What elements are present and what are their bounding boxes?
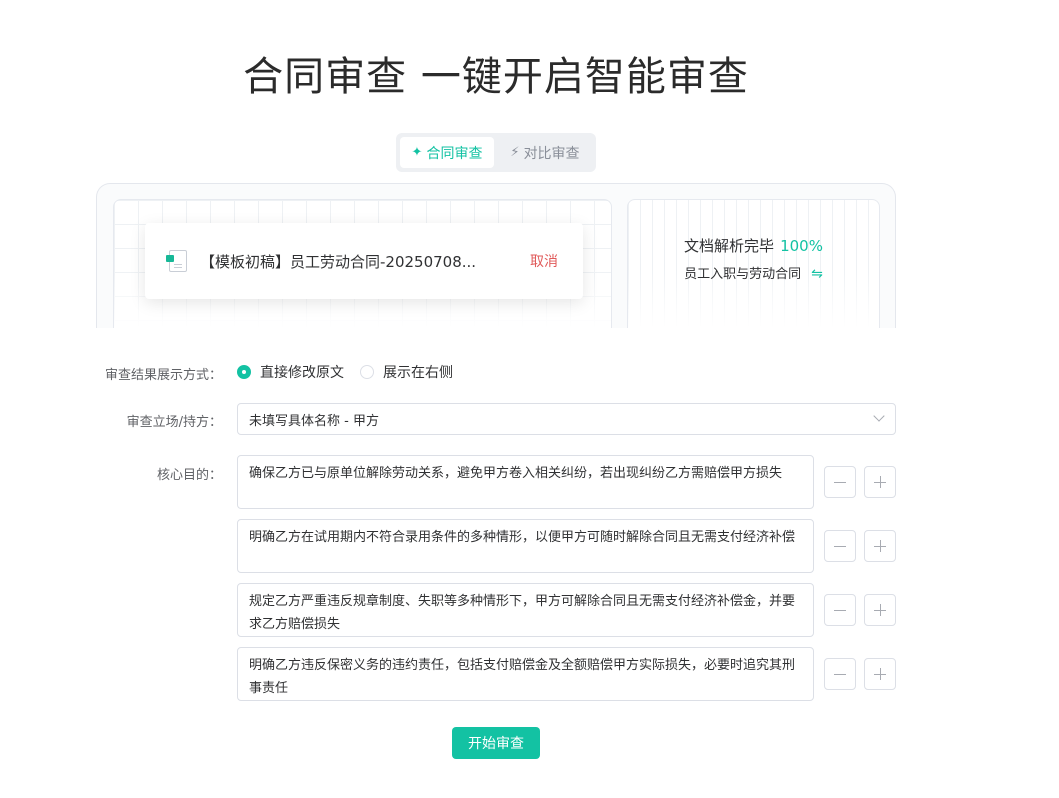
stance-value: 未填写具体名称 - 甲方 [249,413,379,429]
minus-icon [834,674,846,675]
file-name: 【模板初稿】员工劳动合同-20250708... [200,252,477,271]
lightning-icon: ⚡ [510,145,520,160]
minus-icon [834,546,846,547]
goal-textarea[interactable]: 明确乙方违反保密义务的违约责任，包括支付赔偿金及全额赔偿甲方实际损失，必要时追究… [237,647,814,701]
doc-type-label: 员工入职与劳动合同 [684,267,802,282]
remove-goal-button[interactable] [824,530,856,562]
page-title: 合同审查 一键开启智能审查 [243,54,749,100]
tab-label: 对比审查 [523,145,580,162]
display-mode-radio-group: 直接修改原文 展示在右侧 [237,362,469,382]
stance-label: 审查立场/持方： [126,415,222,430]
radio-modify-original[interactable] [237,365,251,379]
minus-icon [834,482,846,483]
radio-label[interactable]: 展示在右侧 [383,362,453,382]
stance-select[interactable]: 未填写具体名称 - 甲方 [237,403,896,435]
file-card: 【模板初稿】员工劳动合同-20250708... 取消 [145,223,583,299]
parse-status: 文档解析完毕 100% [627,235,880,256]
sparkle-icon: ✦ [411,145,423,160]
goals-label: 核心目的： [156,468,222,483]
remove-goal-button[interactable] [824,466,856,498]
tab-label: 合同审查 [426,145,483,162]
swap-icon[interactable]: ⇋ [811,266,823,282]
radio-label[interactable]: 直接修改原文 [260,362,344,382]
add-goal-button[interactable] [864,530,896,562]
parse-doc-type: 员工入职与劳动合同 ⇋ [627,263,880,282]
remove-goal-button[interactable] [824,658,856,690]
minus-icon [834,610,846,611]
parse-status-text: 文档解析完毕 [684,237,775,255]
tab-compare-review[interactable]: ⚡ 对比审查 [498,137,592,168]
add-goal-button[interactable] [864,658,896,690]
display-mode-label: 审查结果展示方式： [104,368,222,383]
cancel-button[interactable]: 取消 [530,251,558,271]
review-mode-tabs: ✦ 合同审查 ⚡ 对比审查 [396,133,596,172]
tab-contract-review[interactable]: ✦ 合同审查 [400,137,494,168]
goal-textarea[interactable]: 规定乙方严重违反规章制度、失职等多种情形下，甲方可解除合同且无需支付经济补偿金，… [237,583,814,637]
goal-textarea[interactable]: 确保乙方已与原单位解除劳动关系，避免甲方卷入相关纠纷，若出现纠纷乙方需赔偿甲方损… [237,455,814,509]
start-review-button[interactable]: 开始审查 [452,727,540,759]
goal-textarea[interactable]: 明确乙方在试用期内不符合录用条件的多种情形，以便甲方可随时解除合同且无需支付经济… [237,519,814,573]
chevron-down-icon [873,410,885,422]
add-goal-button[interactable] [864,466,896,498]
remove-goal-button[interactable] [824,594,856,626]
document-icon [166,250,187,272]
parse-percent: 100% [780,237,823,255]
add-goal-button[interactable] [864,594,896,626]
radio-show-right[interactable] [360,365,374,379]
